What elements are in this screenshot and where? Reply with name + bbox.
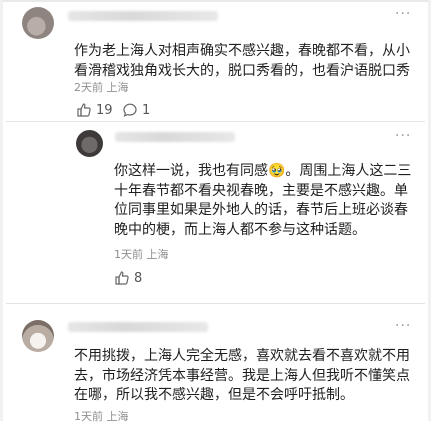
thumb-up-icon (115, 271, 129, 285)
more-dots-icon[interactable]: ··· (395, 128, 411, 144)
more-dots-icon[interactable]: ··· (395, 6, 411, 22)
comment-text-line: 你这样一说，我也有同感🥹。周围上海人这二三 (114, 163, 412, 179)
divider (6, 121, 425, 122)
username-blurred[interactable] (68, 322, 208, 332)
comment-meta: 1天前 上海 (114, 248, 169, 261)
reply-button[interactable]: 1 (122, 102, 150, 118)
comment-text-line: 去，市场经济凭本事经营。我是上海人但我听不懂笑点 (74, 367, 410, 384)
comment-text-line: 在哪，所以我不感兴趣，但是不会呼吁抵制。 (74, 387, 354, 403)
comment-bubble-icon (123, 103, 137, 117)
comment-text-line: 位同事里如果是外地人的话，春节后上班必谈春 (114, 202, 408, 218)
avatar[interactable] (76, 130, 103, 157)
comment-text-line: 晚中的梗，而上海人都不参与这种话题。 (114, 221, 366, 238)
frame-top (0, 0, 431, 2)
avatar[interactable] (22, 320, 54, 352)
avatar[interactable] (22, 7, 54, 39)
comment-text: 你这样一说，我也有同感🥹。周围上海人这二三 十年春节都不看央视春晚，主要是不感兴… (114, 162, 411, 240)
username-blurred[interactable] (115, 132, 235, 142)
more-dots-icon[interactable]: ··· (395, 318, 411, 334)
frame-left (0, 0, 3, 421)
comment-meta: 1天前 上海 (74, 410, 129, 423)
reply-count: 1 (142, 102, 151, 118)
comment-text-line: 作为老上海人对相声确实不感兴趣，春晚都不看，从小 (74, 43, 410, 59)
thumb-up-icon (77, 103, 91, 117)
divider (6, 303, 425, 304)
like-button[interactable]: 8 (114, 270, 142, 286)
like-count: 8 (134, 270, 143, 286)
comment-meta: 2天前 上海 (74, 81, 129, 94)
comment-text: 不用挑拨，上海人完全无感，喜欢就去看不喜欢就不用 去，市场经济凭本事经营。我是上… (74, 347, 410, 406)
comment-text: 作为老上海人对相声确实不感兴趣，春晚都不看，从小 看滑稽戏独角戏长大的，脱口秀看… (74, 42, 410, 81)
like-count: 19 (96, 102, 113, 118)
username-blurred[interactable] (68, 11, 218, 21)
comment-text-line: 不用挑拨，上海人完全无感，喜欢就去看不喜欢就不用 (74, 348, 410, 364)
comment-text-line: 十年春节都不看央视春晚，主要是不感兴趣。单 (114, 182, 408, 199)
like-button[interactable]: 19 (76, 102, 113, 118)
